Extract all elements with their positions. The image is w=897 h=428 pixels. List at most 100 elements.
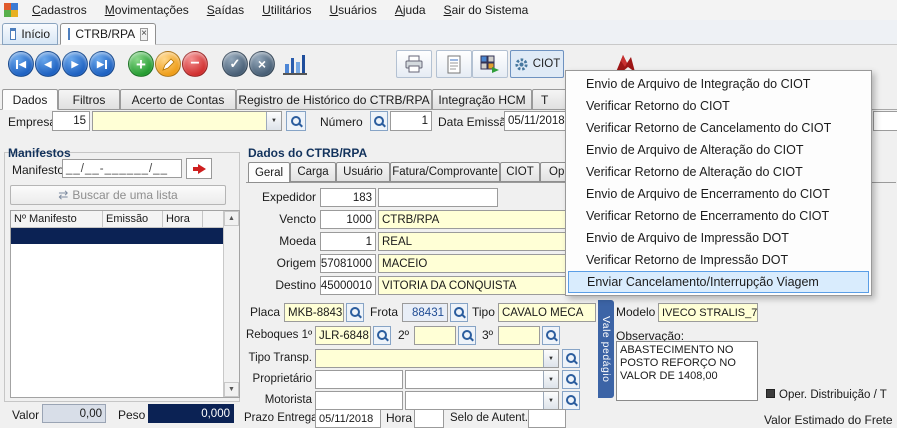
- tab-dados[interactable]: Dados: [2, 89, 58, 110]
- proprietario-code-field[interactable]: [315, 370, 403, 389]
- empresa-combo[interactable]: ▼: [92, 111, 282, 131]
- buscar-lista-label: Buscar de uma lista: [72, 188, 177, 202]
- destino-code-field[interactable]: 45000010: [320, 276, 376, 295]
- proprietario-search-button[interactable]: [562, 370, 580, 389]
- observacao-textarea[interactable]: ABASTECIMENTO NO POSTO REFORÇO NO VALOR …: [616, 341, 758, 401]
- scroll-up-icon[interactable]: ▲: [224, 211, 239, 226]
- vencto-code-field[interactable]: 1000: [320, 210, 376, 229]
- buscar-lista-button[interactable]: ⇄ Buscar de uma lista: [10, 185, 226, 205]
- manifesto-input[interactable]: __/__-______/__: [62, 159, 182, 178]
- tab-acerto-de-contas[interactable]: Acerto de Contas: [120, 89, 236, 110]
- menu-item-envio-encerramento[interactable]: Envio de Arquivo de Encerramento do CIOT: [566, 183, 871, 205]
- confirm-button[interactable]: ✓: [222, 51, 248, 77]
- report-button[interactable]: [436, 50, 472, 78]
- print-button[interactable]: [396, 50, 432, 78]
- tab-fatura-comprovante[interactable]: Fatura/Comprovante: [390, 162, 500, 182]
- origem-value-field[interactable]: MACEIO: [378, 254, 566, 273]
- empresa-code-field[interactable]: 15: [52, 111, 90, 131]
- reboque3-field[interactable]: [498, 326, 540, 345]
- reboque2-field[interactable]: [414, 326, 456, 345]
- numero-search-button[interactable]: [370, 111, 388, 131]
- menu-item-enviar-cancelamento-viagem[interactable]: Enviar Cancelamento/Interrupção Viagem: [568, 271, 869, 293]
- menu-utilitarios[interactable]: Utilitários: [253, 0, 320, 20]
- menu-item-retorno-cancelamento[interactable]: Verificar Retorno de Cancelamento do CIO…: [566, 117, 871, 139]
- menu-item-envio-integracao[interactable]: Envio de Arquivo de Integração do CIOT: [566, 73, 871, 95]
- tab-carga[interactable]: Carga: [290, 162, 336, 182]
- proprietario-combo[interactable]: ▼: [405, 370, 559, 389]
- frota-field[interactable]: 88431: [402, 303, 448, 322]
- chart-button[interactable]: [283, 53, 307, 75]
- tab-registro-historico[interactable]: Registro de Histórico do CTRB/RPA: [236, 89, 432, 110]
- reboque1-search-button[interactable]: [373, 326, 391, 345]
- chevron-down-icon[interactable]: ▼: [543, 392, 558, 409]
- delete-button[interactable]: −: [182, 51, 208, 77]
- scroll-down-icon[interactable]: ▼: [224, 382, 239, 397]
- motorista-combo[interactable]: ▼: [405, 391, 559, 410]
- menu-usuarios[interactable]: Usuários: [320, 0, 385, 20]
- plus-icon: +: [136, 56, 146, 73]
- tab-inicio[interactable]: Início: [2, 23, 58, 45]
- expedidor-value-field[interactable]: [378, 188, 498, 207]
- placa-field[interactable]: MKB-8843: [284, 303, 344, 322]
- origem-code-field[interactable]: 57081000: [320, 254, 376, 273]
- menu-sair[interactable]: Sair do Sistema: [435, 0, 538, 20]
- tipo-transp-combo[interactable]: ▼: [315, 349, 559, 368]
- menu-item-retorno-impressao-dot[interactable]: Verificar Retorno de Impressão DOT: [566, 249, 871, 271]
- menu-movimentacoes[interactable]: Movimentações: [96, 0, 198, 20]
- motorista-code-field[interactable]: [315, 391, 403, 410]
- tab-integracao-hcm[interactable]: Integração HCM: [432, 89, 532, 110]
- hora-field[interactable]: [414, 409, 444, 428]
- last-record-button[interactable]: ▶: [89, 51, 115, 77]
- menu-item-retorno-alteracao[interactable]: Verificar Retorno de Alteração do CIOT: [566, 161, 871, 183]
- edit-button[interactable]: [155, 51, 181, 77]
- prior-record-button[interactable]: ◀: [35, 51, 61, 77]
- cancel-button[interactable]: ×: [249, 51, 275, 77]
- tab-usuario[interactable]: Usuário: [336, 162, 390, 182]
- empresa-search-button[interactable]: [286, 111, 306, 131]
- moeda-code-field[interactable]: 1: [320, 232, 376, 251]
- prazo-entrega-field[interactable]: 05/11/2018: [315, 409, 381, 428]
- placa-search-button[interactable]: [346, 303, 364, 322]
- manifesto-go-button[interactable]: [186, 158, 212, 179]
- add-button[interactable]: +: [128, 51, 154, 77]
- partial-field[interactable]: [873, 111, 897, 131]
- tab-ciot-inner[interactable]: CIOT: [500, 162, 540, 182]
- motorista-search-button[interactable]: [562, 391, 580, 410]
- menu-item-retorno-encerramento[interactable]: Verificar Retorno de Encerramento do CIO…: [566, 205, 871, 227]
- menu-item-envio-alteracao[interactable]: Envio de Arquivo de Alteração do CIOT: [566, 139, 871, 161]
- reboque1-field[interactable]: JLR-6848: [315, 326, 371, 345]
- menu-item-envio-impressao-dot[interactable]: Envio de Arquivo de Impressão DOT: [566, 227, 871, 249]
- next-record-button[interactable]: ▶: [62, 51, 88, 77]
- menu-saidas[interactable]: Saídas: [198, 0, 253, 20]
- selo-field[interactable]: [528, 409, 566, 428]
- destino-value-field[interactable]: VITORIA DA CONQUISTA: [378, 276, 566, 295]
- chevron-down-icon[interactable]: ▼: [543, 350, 558, 367]
- ciot-button[interactable]: CIOT: [510, 50, 564, 78]
- menu-ajuda[interactable]: Ajuda: [386, 0, 435, 20]
- tab-geral[interactable]: Geral: [248, 162, 290, 183]
- chevron-down-icon[interactable]: ▼: [266, 112, 281, 130]
- frota-search-button[interactable]: [450, 303, 468, 322]
- manifestos-grid[interactable]: Nº Manifesto Emissão Hora ▲ ▼: [10, 210, 240, 398]
- reboque2-search-button[interactable]: [458, 326, 476, 345]
- oper-distribuicao-checkbox[interactable]: Oper. Distribuição / T: [766, 389, 897, 401]
- modelo-field[interactable]: IVECO STRALIS_740S: [658, 303, 758, 322]
- vencto-value-field[interactable]: CTRB/RPA: [378, 210, 566, 229]
- expedidor-code-field[interactable]: 183: [320, 188, 376, 207]
- grid-scrollbar[interactable]: ▲ ▼: [223, 211, 239, 397]
- numero-field[interactable]: 1: [390, 111, 432, 131]
- menu-cadastros[interactable]: Cadastros: [23, 0, 96, 20]
- chevron-down-icon[interactable]: ▼: [543, 371, 558, 388]
- tab-ctrb-rpa[interactable]: CTRB/RPA ×: [60, 23, 156, 45]
- export-button[interactable]: [472, 50, 508, 78]
- moeda-value-field[interactable]: REAL: [378, 232, 566, 251]
- reboque3-search-button[interactable]: [542, 326, 560, 345]
- tipo-transp-search-button[interactable]: [562, 349, 580, 368]
- close-icon[interactable]: ×: [140, 28, 148, 41]
- menu-item-retorno-ciot[interactable]: Verificar Retorno do CIOT: [566, 95, 871, 117]
- first-record-button[interactable]: ◀: [8, 51, 34, 77]
- vale-pedagio-tab[interactable]: Vale pedágio: [598, 300, 614, 398]
- grid-selected-row[interactable]: [11, 228, 225, 244]
- tipo-field[interactable]: CAVALO MECA: [498, 303, 596, 322]
- tab-filtros[interactable]: Filtros: [58, 89, 120, 110]
